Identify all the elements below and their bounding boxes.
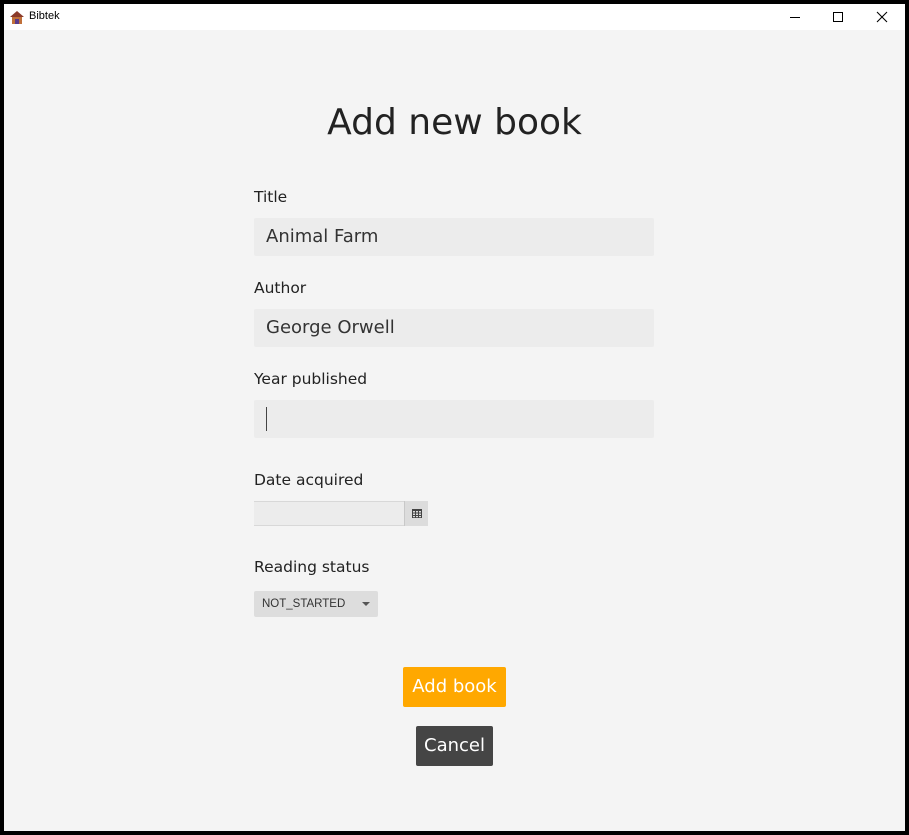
reading-status-select[interactable]: NOT_STARTED [254,591,378,617]
page-title: Add new book [327,102,582,143]
calendar-icon [411,509,422,518]
minimize-icon [790,17,800,18]
maximize-button[interactable] [816,4,860,30]
date-picker-button[interactable] [404,501,428,526]
year-input[interactable] [254,400,654,438]
app-window: Bibtek Add new book Title Animal Farm Au… [4,4,905,831]
close-icon [876,11,888,23]
chevron-down-icon [362,602,370,606]
title-bar[interactable]: Bibtek [4,4,905,30]
date-input[interactable] [254,501,404,526]
house-icon [10,11,24,24]
title-label: Title [254,188,288,206]
status-label: Reading status [254,558,370,576]
add-book-button[interactable]: Add book [403,667,506,707]
cancel-button[interactable]: Cancel [416,726,493,766]
status-value: NOT_STARTED [262,598,346,610]
window-title: Bibtek [29,10,60,22]
title-input[interactable]: Animal Farm [254,218,654,256]
maximize-icon [833,12,843,22]
author-input[interactable]: George Orwell [254,309,654,347]
year-label: Year published [254,370,368,388]
text-caret [266,407,267,431]
close-button[interactable] [860,4,904,30]
date-label: Date acquired [254,471,364,489]
minimize-button[interactable] [773,4,817,30]
form-container: Add new book Title Animal Farm Author Ge… [4,30,905,831]
author-label: Author [254,279,307,297]
